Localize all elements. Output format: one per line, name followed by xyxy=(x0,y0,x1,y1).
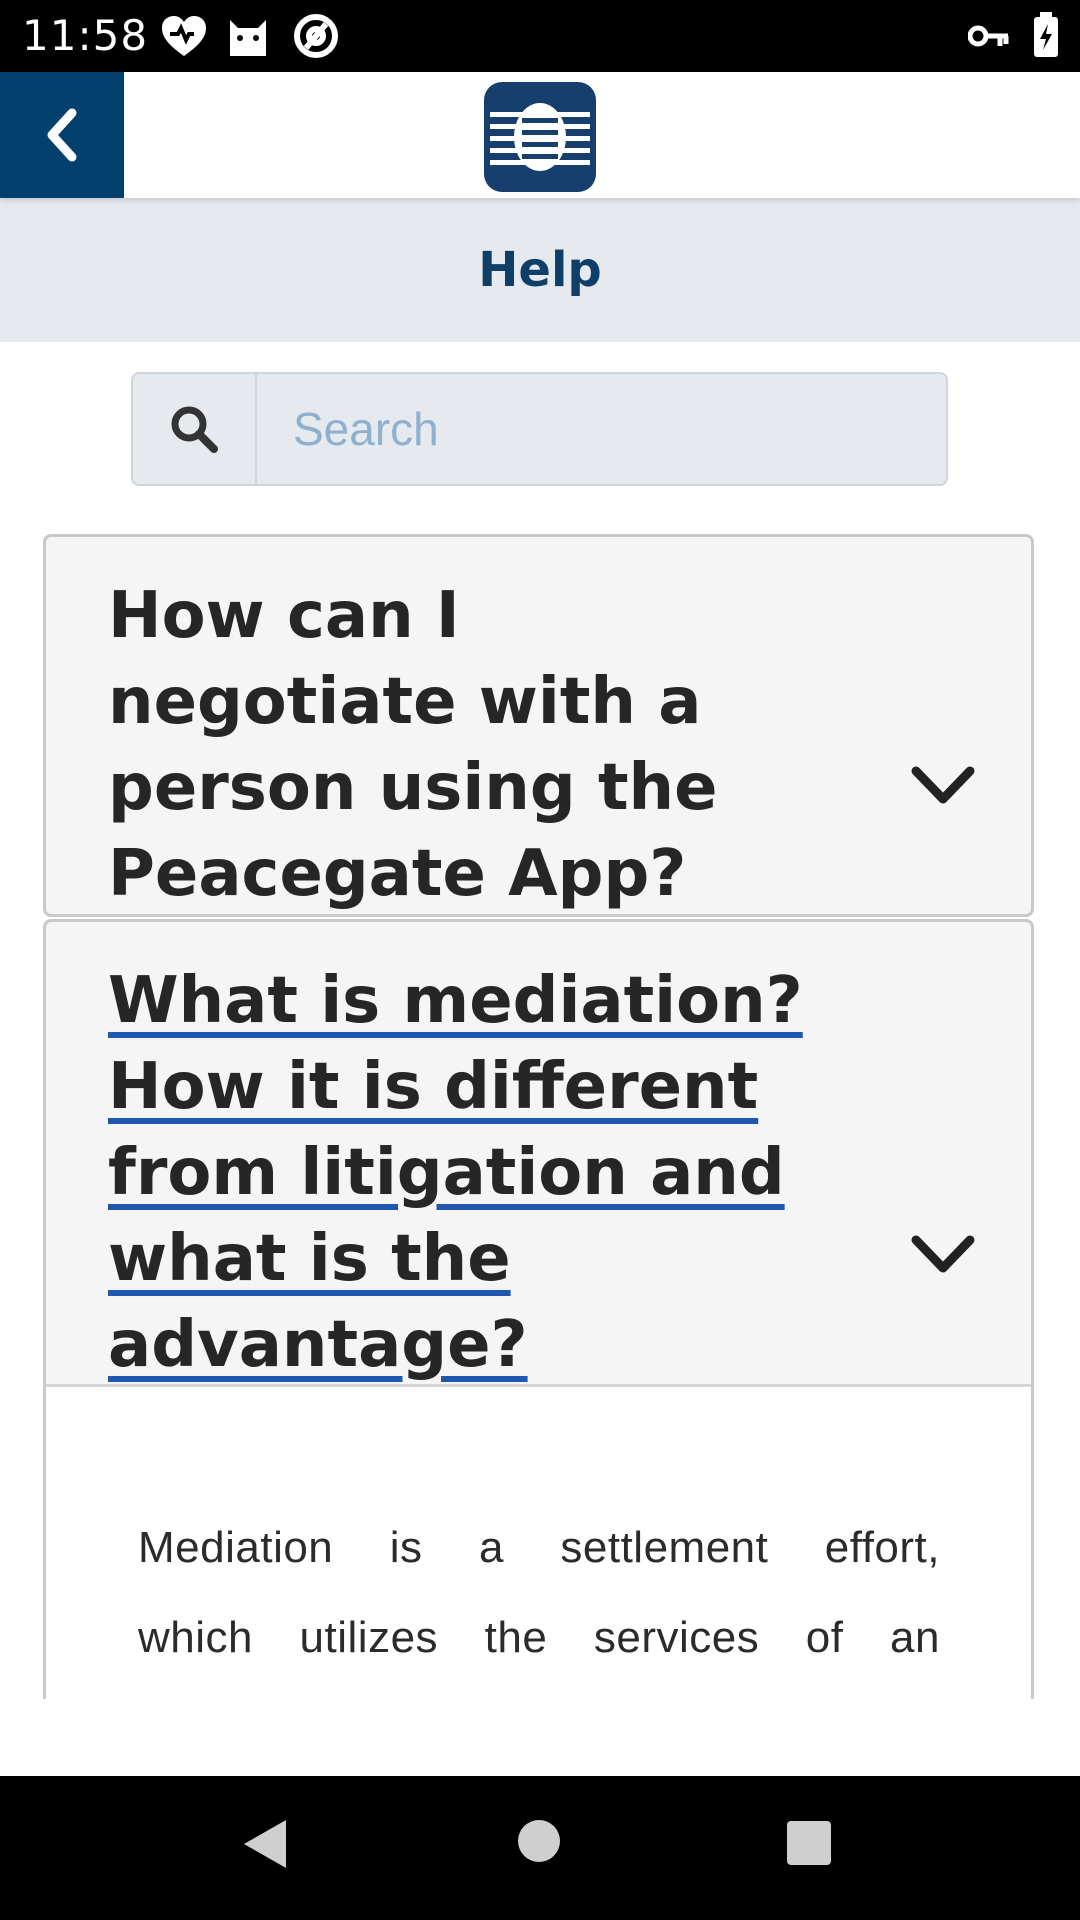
home-circle-icon[interactable] xyxy=(516,1818,562,1864)
faq-question[interactable]: How can I negotiate with a person using … xyxy=(108,573,808,917)
at-sign-icon xyxy=(294,14,338,58)
app-header xyxy=(0,72,1080,198)
page-title: Help xyxy=(478,242,602,298)
faq-answer-panel: Mediation is a settlement effort, which … xyxy=(46,1384,1031,1699)
search-group xyxy=(131,372,948,486)
faq-answer-line: which utilizes the services of an xyxy=(138,1613,940,1662)
chevron-down-icon[interactable] xyxy=(910,1232,976,1276)
faq-item-expanded[interactable]: What is mediation? How it is different f… xyxy=(43,919,1034,1699)
back-button[interactable] xyxy=(0,72,124,198)
chevron-left-icon xyxy=(47,108,77,162)
vpn-key-icon xyxy=(968,25,1009,47)
recents-square-icon[interactable] xyxy=(786,1820,832,1866)
search-icon xyxy=(171,406,218,453)
status-bar: 11:58 xyxy=(0,0,1080,72)
health-heart-icon xyxy=(162,16,206,56)
status-time: 11:58 xyxy=(22,11,149,60)
chevron-down-icon[interactable] xyxy=(910,763,976,807)
faq-answer-line: Mediation is a settlement effort, xyxy=(138,1523,940,1572)
system-nav-bar xyxy=(0,1776,1080,1920)
title-bar: Help xyxy=(0,198,1080,342)
search-button[interactable] xyxy=(131,372,255,486)
back-triangle-icon[interactable] xyxy=(240,1816,290,1872)
cat-face-icon xyxy=(230,20,266,56)
faq-item[interactable]: How can I negotiate with a person using … xyxy=(43,534,1034,917)
search-input[interactable] xyxy=(255,372,948,486)
battery-charging-icon xyxy=(1034,12,1058,57)
faq-question-link[interactable]: What is mediation? How it is different f… xyxy=(108,964,803,1382)
faq-question[interactable]: What is mediation? How it is different f… xyxy=(108,958,808,1388)
peacegate-logo xyxy=(484,82,596,192)
faq-answer: Mediation is a settlement effort, which … xyxy=(138,1503,940,1683)
